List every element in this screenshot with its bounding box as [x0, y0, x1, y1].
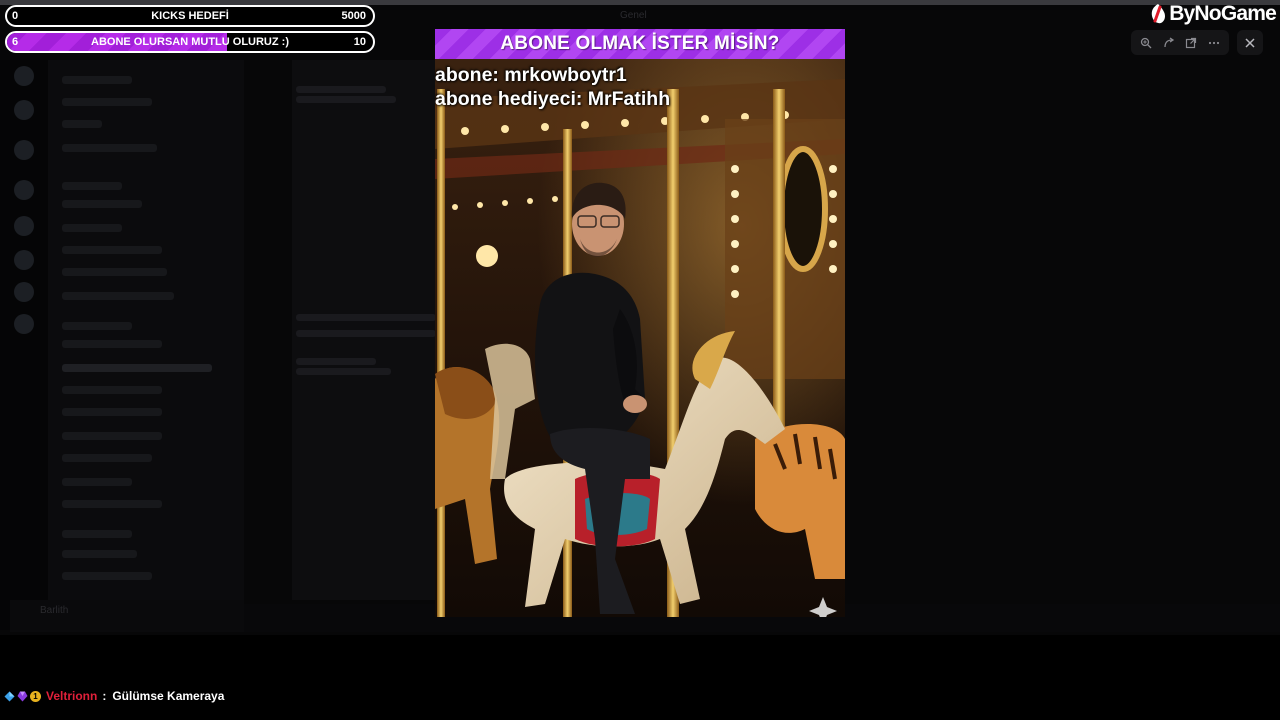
kicks-goal-label: KICKS HEDEFİ	[151, 10, 229, 22]
server-icon[interactable]	[14, 140, 34, 160]
channel-row[interactable]	[62, 478, 132, 486]
channel-row[interactable]	[62, 432, 162, 440]
chat-message-text: Gülümse Kameraya	[112, 689, 225, 703]
chat-message-row	[296, 314, 436, 321]
channel-row[interactable]	[62, 500, 162, 508]
server-icon[interactable]	[14, 216, 34, 236]
popup-title: ABONE OLMAK İSTER MİSİN?	[500, 33, 780, 54]
bynogame-logo: ByNoGame	[1149, 2, 1277, 26]
channel-row[interactable]	[62, 292, 174, 300]
chat-message: 1 Veltrionn : Gülümse Kameraya	[4, 688, 224, 704]
channel-row[interactable]	[62, 454, 152, 462]
rotate-icon[interactable]	[1160, 34, 1178, 52]
chat-message-row	[296, 330, 436, 337]
chat-message-row	[296, 368, 391, 375]
chat-username[interactable]: Veltrionn	[46, 689, 97, 703]
chat-separator: :	[102, 689, 107, 703]
server-icon[interactable]	[14, 180, 34, 200]
channel-row[interactable]	[62, 340, 162, 348]
channel-category[interactable]	[62, 182, 122, 190]
channel-row[interactable]	[62, 144, 157, 152]
chat-message-row	[296, 358, 376, 365]
zoom-in-icon[interactable]	[1137, 34, 1155, 52]
channel-row[interactable]	[62, 550, 137, 558]
subs-goal-label: ABONE OLURSAN MUTLU OLURUZ :)	[91, 36, 289, 48]
subscription-popup: ABONE OLMAK İSTER MİSİN? abone: mrkowboy…	[435, 29, 845, 617]
channel-row-active[interactable]	[62, 364, 212, 372]
popup-header: ABONE OLMAK İSTER MİSİN?	[435, 29, 845, 59]
explore-icon[interactable]	[14, 314, 34, 334]
kicks-goal-target: 5000	[341, 10, 366, 22]
channel-row[interactable]	[62, 246, 162, 254]
subs-goal-target: 10	[353, 36, 366, 48]
channel-row[interactable]	[62, 408, 162, 416]
channel-row[interactable]	[62, 386, 162, 394]
purple-gem-badge-icon	[17, 691, 28, 701]
window-tab-label: Genel	[620, 10, 647, 21]
subs-goal-bar: 6 ABONE OLURSAN MUTLU OLURUZ :) 10	[5, 31, 375, 53]
bynogame-mark-icon	[1151, 4, 1166, 24]
user-name: Barlith	[40, 605, 69, 616]
subscriber-name-line: abone: mrkowboytr1	[435, 64, 627, 86]
bynogame-wordmark: ByNoGame	[1169, 2, 1277, 25]
diamond-badge-icon	[4, 691, 15, 701]
carousel-photo	[435, 59, 845, 617]
channel-row[interactable]	[62, 268, 167, 276]
channel-row[interactable]	[62, 200, 142, 208]
open-external-icon[interactable]	[1182, 34, 1200, 52]
add-server-icon[interactable]	[14, 282, 34, 302]
channel-category[interactable]	[62, 322, 132, 330]
chat-message-row	[296, 86, 386, 93]
server-icon[interactable]	[14, 100, 34, 120]
server-icon[interactable]	[14, 250, 34, 270]
channel-row[interactable]	[62, 572, 152, 580]
channel-category[interactable]	[62, 530, 132, 538]
channel-row[interactable]	[62, 76, 132, 84]
channel-row[interactable]	[62, 120, 102, 128]
server-icon[interactable]	[14, 66, 34, 86]
close-viewer-button[interactable]	[1237, 30, 1263, 55]
close-icon	[1245, 37, 1255, 48]
chat-message-row	[296, 96, 396, 103]
channel-row[interactable]	[62, 98, 152, 106]
channel-sidebar	[48, 60, 244, 600]
kicks-goal-bar: 0 KICKS HEDEFİ 5000	[5, 5, 375, 27]
gifter-name-line: abone hediyeci: MrFatihh	[435, 88, 671, 110]
more-icon[interactable]	[1205, 34, 1223, 52]
channel-row[interactable]	[62, 224, 122, 232]
image-viewer-toolbar	[1131, 30, 1229, 55]
gold-number-badge-icon: 1	[30, 690, 41, 702]
